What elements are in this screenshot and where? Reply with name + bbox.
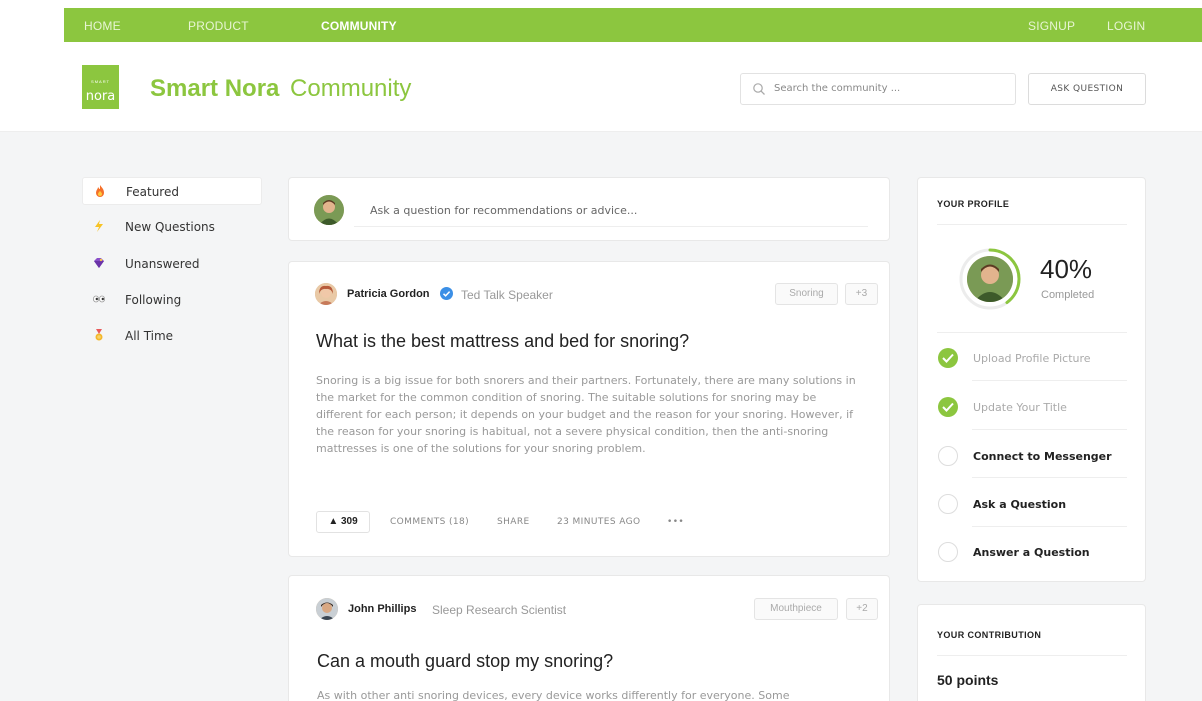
sidebar-item-following[interactable]: Following bbox=[82, 286, 262, 314]
sidebar-item-label: Unanswered bbox=[125, 257, 200, 271]
sidebar-item-label: Featured bbox=[126, 185, 179, 199]
share-link[interactable]: SHARE bbox=[497, 517, 530, 527]
profile-avatar[interactable] bbox=[967, 256, 1013, 302]
post-tag[interactable]: Snoring bbox=[775, 283, 838, 305]
lightning-icon bbox=[92, 219, 106, 233]
task-connect-messenger[interactable]: Connect to Messenger bbox=[938, 446, 1128, 466]
contribution-section-title: YOUR CONTRIBUTION bbox=[937, 630, 1042, 640]
site-header: SMART nora Smart Nora Community Search t… bbox=[0, 44, 1202, 132]
task-label: Update Your Title bbox=[973, 401, 1067, 414]
empty-circle-icon bbox=[938, 494, 958, 514]
sidebar-item-featured[interactable]: Featured bbox=[82, 177, 262, 205]
check-icon bbox=[938, 397, 958, 417]
more-options-button[interactable]: ••• bbox=[667, 517, 684, 527]
sidebar-item-label: All Time bbox=[125, 329, 174, 343]
medal-icon bbox=[92, 328, 106, 342]
ask-question-input[interactable]: Ask a question for recommendations or ad… bbox=[354, 193, 868, 227]
task-upload-profile-picture[interactable]: Upload Profile Picture bbox=[938, 348, 1128, 368]
post-author-role: Sleep Research Scientist bbox=[432, 603, 567, 617]
ask-question-button[interactable]: ASK QUESTION bbox=[1028, 73, 1146, 105]
user-avatar[interactable] bbox=[314, 195, 344, 225]
sidebar-item-new-questions[interactable]: New Questions bbox=[82, 213, 262, 241]
logo-small-text: SMART bbox=[91, 79, 110, 84]
top-nav: HOME PRODUCT COMMUNITY SIGNUP LOGIN bbox=[64, 8, 1202, 42]
search-icon bbox=[753, 83, 765, 95]
divider bbox=[972, 380, 1127, 381]
post-title[interactable]: What is the best mattress and bed for sn… bbox=[316, 331, 689, 352]
post-body: Snoring is a big issue for both snorers … bbox=[316, 374, 856, 455]
profile-section-title: YOUR PROFILE bbox=[937, 199, 1010, 209]
gem-icon bbox=[92, 256, 106, 270]
post-tag[interactable]: Mouthpiece bbox=[754, 598, 838, 620]
logo-text: nora bbox=[85, 89, 116, 104]
post-card bbox=[288, 575, 890, 701]
post-tag-more[interactable]: +3 bbox=[845, 283, 878, 305]
upvote-button[interactable]: ▲ 309 bbox=[316, 511, 370, 533]
post-body: As with other anti snoring devices, ever… bbox=[317, 689, 790, 701]
site-title-light: Community bbox=[290, 75, 412, 102]
author-avatar[interactable] bbox=[316, 598, 338, 620]
fire-icon bbox=[93, 184, 107, 198]
nav-login-link[interactable]: LOGIN bbox=[1107, 19, 1145, 33]
nav-product-link[interactable]: PRODUCT bbox=[188, 19, 249, 33]
post-title[interactable]: Can a mouth guard stop my snoring? bbox=[317, 651, 613, 672]
check-icon bbox=[938, 348, 958, 368]
search-input[interactable]: Search the community ... bbox=[740, 73, 1016, 105]
empty-circle-icon bbox=[938, 542, 958, 562]
sidebar-item-unanswered[interactable]: Unanswered bbox=[82, 250, 262, 278]
author-avatar[interactable] bbox=[315, 283, 337, 305]
task-answer-question[interactable]: Answer a Question bbox=[938, 542, 1128, 562]
post-author[interactable]: Patricia Gordon bbox=[347, 288, 430, 300]
sidebar-item-label: New Questions bbox=[125, 220, 215, 234]
empty-circle-icon bbox=[938, 446, 958, 466]
task-label: Upload Profile Picture bbox=[973, 352, 1091, 365]
post-author[interactable]: John Phillips bbox=[348, 603, 416, 615]
top-bar: HOME PRODUCT COMMUNITY SIGNUP LOGIN bbox=[0, 0, 1202, 44]
site-title-bold: Smart Nora bbox=[150, 75, 280, 102]
task-label: Answer a Question bbox=[973, 546, 1090, 559]
nav-community-link[interactable]: COMMUNITY bbox=[321, 19, 397, 33]
divider bbox=[937, 332, 1127, 333]
task-label: Connect to Messenger bbox=[973, 450, 1112, 463]
post-timestamp: 23 MINUTES AGO bbox=[557, 517, 641, 527]
divider bbox=[937, 224, 1127, 225]
post-tag-more[interactable]: +2 bbox=[846, 598, 878, 620]
task-ask-question[interactable]: Ask a Question bbox=[938, 494, 1128, 514]
sidebar-item-label: Following bbox=[125, 293, 182, 307]
divider bbox=[972, 477, 1127, 478]
sidebar-item-all-time[interactable]: All Time bbox=[82, 322, 262, 350]
post-author-role: Ted Talk Speaker bbox=[461, 288, 553, 302]
profile-completion-percent: 40% bbox=[1040, 254, 1093, 284]
ask-question-placeholder: Ask a question for recommendations or ad… bbox=[370, 204, 638, 217]
divider bbox=[937, 655, 1127, 656]
logo[interactable]: SMART nora bbox=[82, 65, 119, 109]
nav-signup-link[interactable]: SIGNUP bbox=[1028, 19, 1075, 33]
task-label: Ask a Question bbox=[973, 498, 1067, 511]
divider bbox=[972, 429, 1127, 430]
divider bbox=[972, 526, 1127, 527]
eyes-icon bbox=[92, 292, 106, 306]
contribution-points: 50 points bbox=[937, 672, 999, 688]
comments-link[interactable]: COMMENTS (18) bbox=[390, 517, 469, 527]
verified-icon bbox=[440, 287, 453, 300]
task-update-title[interactable]: Update Your Title bbox=[938, 397, 1128, 417]
search-placeholder: Search the community ... bbox=[774, 83, 901, 94]
nav-home-link[interactable]: HOME bbox=[84, 19, 121, 33]
profile-completion-label: Completed bbox=[1041, 289, 1095, 301]
site-title: Smart Nora Community bbox=[150, 75, 411, 103]
